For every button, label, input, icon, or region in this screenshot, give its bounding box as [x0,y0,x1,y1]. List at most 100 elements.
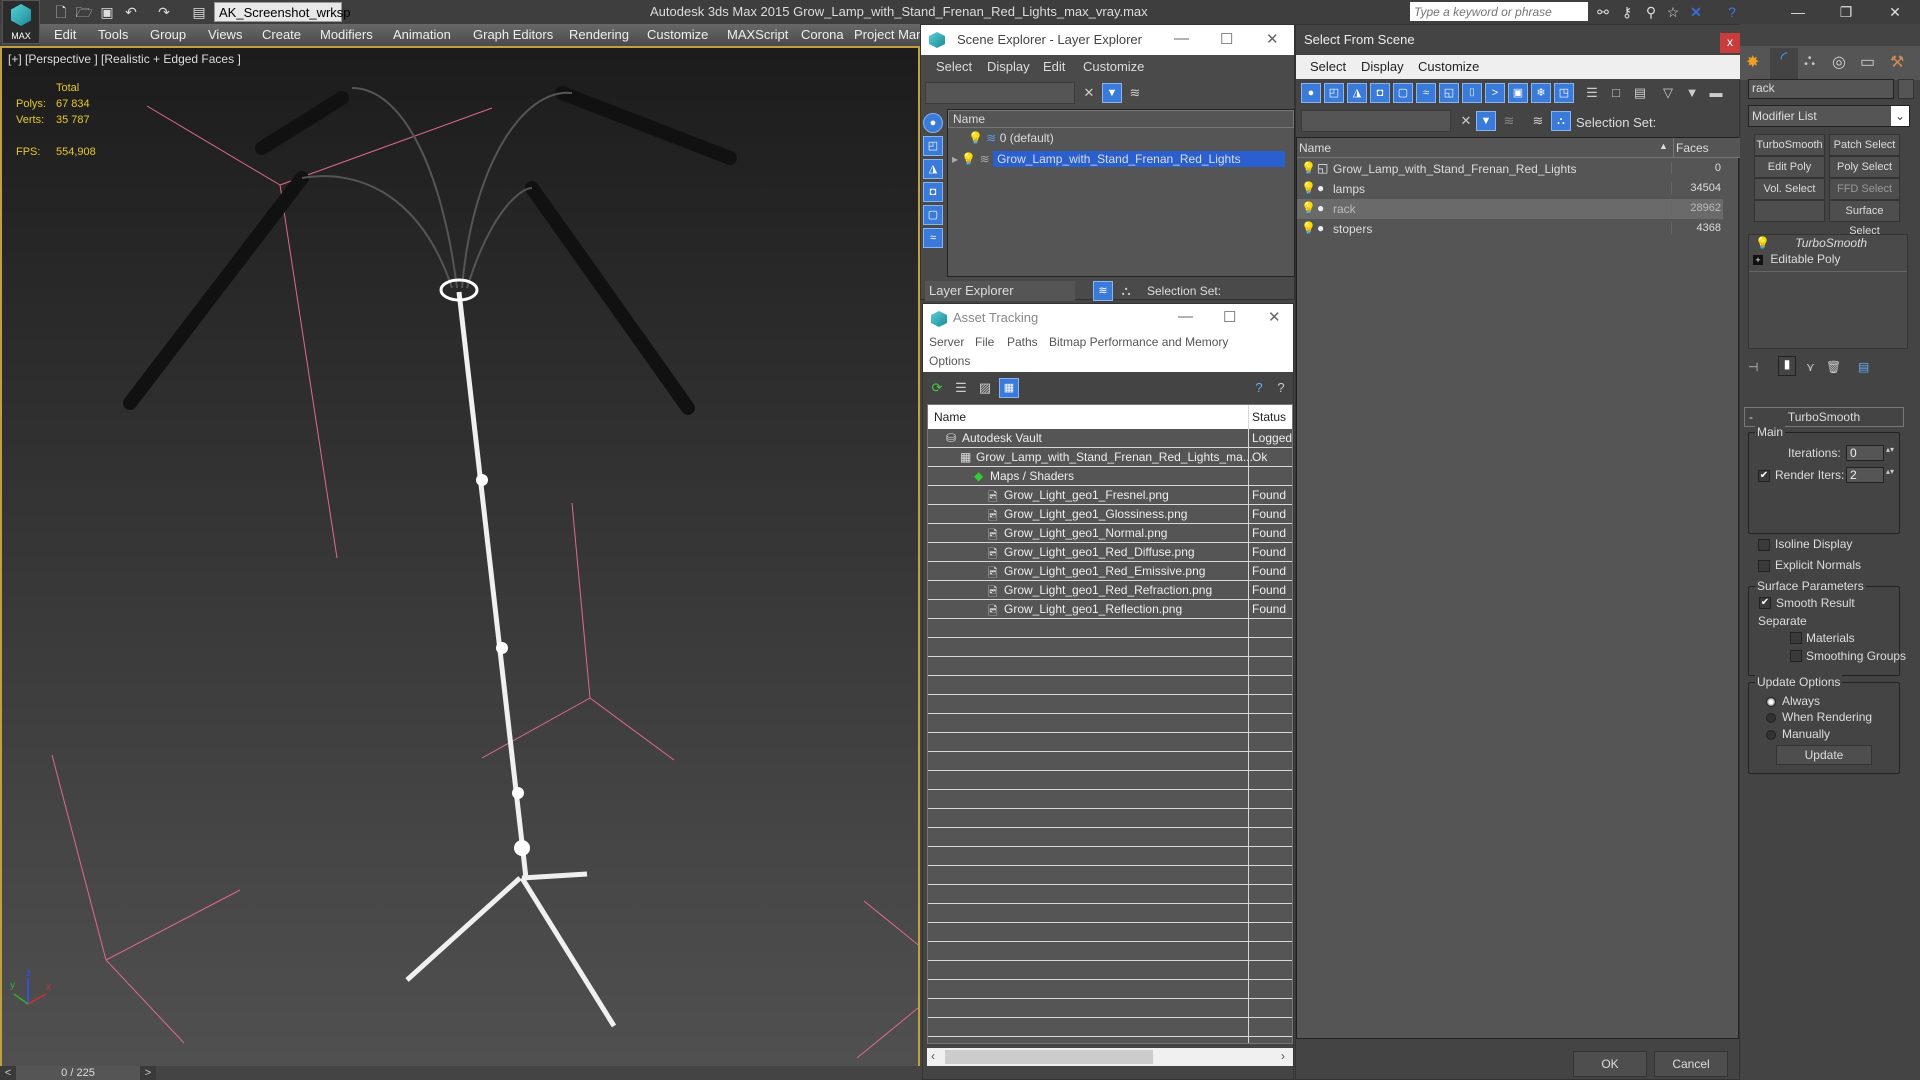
when-rendering-radio[interactable] [1766,713,1776,723]
hidden-filter-icon[interactable]: ◳ [1554,83,1574,103]
asset-row[interactable]: 🖻 Grow_Light_geo1_Red_Refraction.png Found [928,581,1292,600]
light-bulb-icon[interactable]: 💡 [1755,236,1770,250]
menu-animation[interactable]: Animation [393,27,451,42]
menu-display[interactable]: Display [987,59,1030,74]
table-view-icon[interactable]: ▦ [999,378,1019,398]
scroll-right-icon[interactable]: › [1281,1049,1285,1063]
modifier-button-patch-select[interactable]: Patch Select [1829,134,1900,156]
status-column-header[interactable]: Status [1252,410,1286,424]
menu-bitmap-performance[interactable]: Bitmap Performance and Memory [1049,335,1228,349]
cameras-filter-icon[interactable]: ◘ [1370,83,1390,103]
prev-frame-button[interactable]: < [0,1066,16,1080]
faces-column-header[interactable]: Faces [1673,138,1723,158]
menu-create[interactable]: Create [262,27,301,42]
time-slider[interactable]: < 0 / 225 > [0,1066,920,1080]
help-icon[interactable]: ? [1722,2,1742,22]
context-help-icon[interactable]: ? [1271,378,1291,398]
asset-row[interactable]: 🖻 Grow_Light_geo1_Glossiness.png Found [928,505,1292,524]
lights-filter-icon[interactable]: ◮ [923,159,943,179]
menu-select[interactable]: Select [1310,59,1346,74]
modifier-button-vol-select[interactable]: Vol. Select [1754,178,1825,200]
smoothing-groups-checkbox[interactable] [1790,650,1802,662]
cancel-button[interactable]: Cancel [1654,1051,1728,1077]
object-row[interactable]: 💡 ● stopers 4368 [1297,219,1723,239]
groups-filter-icon[interactable]: ◱ [1439,83,1459,103]
name-column-header[interactable]: Name [1299,141,1331,155]
app-menu-button[interactable]: MAX [2,0,40,44]
motion-tab-icon[interactable]: ◎ [1832,52,1846,72]
light-bulb-icon[interactable]: 💡 [1301,161,1316,175]
menu-server[interactable]: Server [929,335,964,349]
expand-arrow-icon[interactable]: ▸ [952,152,958,166]
object-row[interactable]: 💡 ● lamps 34504 [1297,179,1723,199]
modifier-button-ffd-select[interactable]: FFD Select [1829,178,1900,200]
expand-plus-icon[interactable]: + [1753,255,1763,265]
menu-customize[interactable]: Customize [1418,59,1479,74]
object-name-input[interactable]: rack [1748,79,1894,99]
show-end-result-icon[interactable]: ▮ [1778,356,1796,376]
display-all-icon[interactable]: ☰ [1582,83,1602,103]
layer-filter-icon[interactable]: ≋ [1125,83,1145,103]
geometry-filter-icon[interactable]: ● [923,113,943,133]
close-icon[interactable]: ✕ [1268,308,1281,326]
filter-toggle-icon[interactable]: ▼ [1102,83,1122,103]
asset-row[interactable]: ◆ Maps / Shaders [928,467,1292,486]
shapes-filter-icon[interactable]: ◰ [923,136,943,156]
spacewarps-filter-icon[interactable]: ≈ [1416,83,1436,103]
bones-filter-icon[interactable]: > [1485,83,1505,103]
save-icon[interactable]: ▣ [98,3,116,21]
light-bulb-icon[interactable]: 💡 [1301,181,1316,195]
lights-filter-icon[interactable]: ◮ [1347,83,1367,103]
light-bulb-icon[interactable]: 💡 [968,131,983,145]
explicit-normals-checkbox[interactable] [1758,560,1770,572]
menu-display[interactable]: Display [1361,59,1404,74]
light-bulb-icon[interactable]: 💡 [961,152,976,166]
menu-paths[interactable]: Paths [1007,335,1038,349]
menu-customize[interactable]: Customize [647,27,708,42]
maximize-icon[interactable]: ☐ [1220,30,1233,48]
scrollbar-thumb[interactable] [945,1050,1153,1064]
asset-row[interactable]: 🖻 Grow_Light_geo1_Reflection.png Found [928,600,1292,619]
ok-button[interactable]: OK [1573,1051,1647,1077]
explorer-mode-dropdown[interactable]: Layer Explorer [925,281,1075,301]
name-column-header[interactable]: Name [934,410,966,424]
helpers-filter-icon[interactable]: ▢ [923,205,943,225]
shapes-filter-icon[interactable]: ◰ [1324,83,1344,103]
asset-row[interactable]: 🖻 Grow_Light_geo1_Red_Emissive.png Found [928,562,1292,581]
refresh-icon[interactable]: ⟳ [927,378,947,398]
star-icon[interactable]: ☆ [1663,2,1683,22]
close-button[interactable]: x [1720,33,1740,53]
binoculars-icon[interactable]: ⚯ [1593,2,1613,22]
hierarchy-view-icon[interactable]: ⛬ [1116,281,1136,301]
help-icon[interactable]: ? [1249,378,1269,398]
modifier-list-dropdown[interactable]: Modifier List ⌄ [1748,105,1910,127]
menu-options[interactable]: Options [929,354,970,368]
satellite-icon[interactable]: ⚲ [1641,2,1661,22]
display-invert-icon[interactable]: ▤ [1630,83,1650,103]
menu-select[interactable]: Select [936,59,972,74]
create-tab-icon[interactable]: ✸ [1746,52,1759,72]
object-color-swatch[interactable] [1898,79,1914,99]
name-column-header[interactable]: Name [948,110,1294,128]
hierarchy-tab-icon[interactable]: ⛬ [1804,52,1815,70]
menu-file[interactable]: File [975,335,994,349]
minimize-icon[interactable]: — [1178,308,1193,325]
modifier-button-poly-select[interactable]: Poly Select [1829,156,1900,178]
asset-row[interactable]: 🖻 Grow_Light_geo1_Normal.png Found [928,524,1292,543]
close-icon[interactable]: ✕ [1885,2,1905,22]
exchange-icon[interactable]: ✕ [1686,2,1706,22]
menu-rendering[interactable]: Rendering [569,27,629,42]
key-icon[interactable]: ⚷ [1617,2,1637,22]
object-row[interactable]: 💡 ◱ Grow_Lamp_with_Stand_Frenan_Red_Lights… [1297,159,1723,179]
layer-filter-icon[interactable]: ≋ [1499,111,1519,131]
next-frame-button[interactable]: > [140,1066,156,1080]
manually-radio[interactable] [1766,730,1776,740]
menu-maxscript[interactable]: MAXScript [727,27,788,42]
spinner-arrows-icon[interactable]: ▴▾ [1886,445,1894,454]
scroll-left-icon[interactable]: ‹ [931,1049,935,1063]
menu-customize[interactable]: Customize [1083,59,1144,74]
clear-search-icon[interactable]: ✕ [1079,83,1099,103]
filter-options-icon[interactable]: ▼ [1682,83,1702,103]
stack-item-editable-poly[interactable]: + Editable Poly [1749,252,1907,272]
helpers-filter-icon[interactable]: ▢ [1393,83,1413,103]
